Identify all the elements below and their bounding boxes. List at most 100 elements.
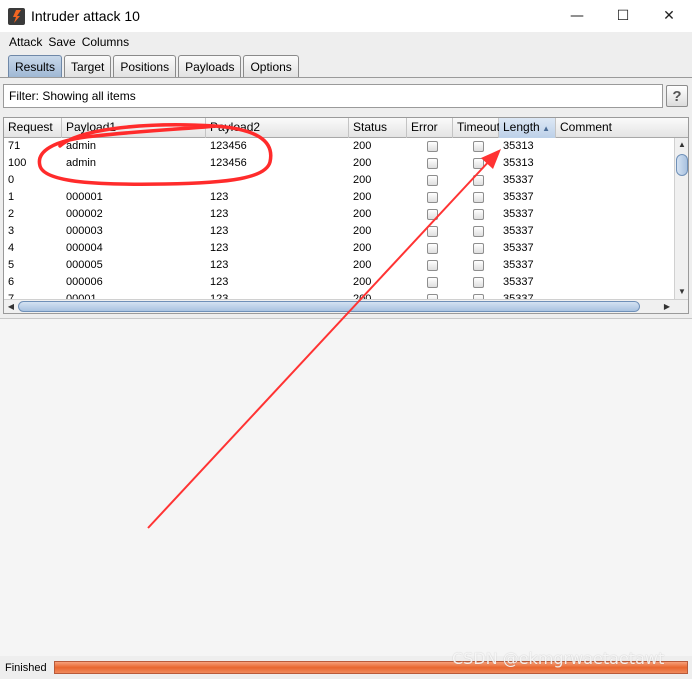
- cell-length: 35337: [503, 208, 534, 220]
- cell-status: 200: [353, 276, 372, 288]
- timeout-checkbox: [473, 209, 484, 220]
- error-checkbox: [427, 260, 438, 271]
- cell-payload1: admin: [66, 157, 96, 169]
- cell-payload1: [62, 172, 66, 189]
- column-comment[interactable]: Comment: [556, 118, 688, 138]
- table-row[interactable]: 5 000005 123 200 35337: [4, 257, 674, 274]
- error-checkbox: [427, 226, 438, 237]
- timeout-checkbox: [473, 192, 484, 203]
- column-error[interactable]: Error: [407, 118, 453, 138]
- column-status[interactable]: Status: [349, 118, 407, 138]
- scroll-down-icon[interactable]: ▼: [675, 285, 688, 299]
- column-length[interactable]: Length ▲: [499, 118, 556, 138]
- cell-length: 35313: [503, 140, 534, 152]
- cell-length: 35337: [503, 174, 534, 186]
- column-timeout[interactable]: Timeout: [453, 118, 500, 138]
- filter-bar[interactable]: Filter: Showing all items: [3, 84, 663, 108]
- cell-status: 200: [353, 191, 372, 203]
- column-payload1[interactable]: Payload1: [62, 118, 206, 138]
- request-response-pane: [0, 318, 692, 656]
- column-request[interactable]: Request: [4, 118, 62, 138]
- timeout-checkbox: [473, 175, 484, 186]
- cell-payload2: 123: [210, 276, 229, 288]
- cell-status: 200: [353, 174, 372, 186]
- tab-results[interactable]: Results: [8, 55, 63, 77]
- window-title: Intruder attack 10: [31, 8, 140, 24]
- cell-length: 35337: [503, 242, 534, 254]
- timeout-checkbox: [473, 141, 484, 152]
- cell-request: 3: [8, 225, 15, 237]
- vertical-scrollbar[interactable]: ▲ ▼: [674, 138, 688, 299]
- error-checkbox: [427, 158, 438, 169]
- cell-request: 5: [8, 259, 15, 271]
- table-row[interactable]: 1 000001 123 200 35337: [4, 189, 674, 206]
- cell-payload1: 000001: [66, 191, 103, 203]
- cell-payload1: 000004: [66, 242, 103, 254]
- tab-target[interactable]: Target: [64, 55, 112, 77]
- cell-length: 35337: [503, 293, 534, 299]
- cell-length: 35313: [503, 157, 534, 169]
- cell-comment: [556, 189, 560, 206]
- error-checkbox: [427, 209, 438, 220]
- table-row[interactable]: 3 000003 123 200 35337: [4, 223, 674, 240]
- error-checkbox: [427, 277, 438, 288]
- tab-positions[interactable]: Positions: [113, 55, 177, 77]
- table-row[interactable]: 7 00001 123 200 35337: [4, 291, 674, 299]
- cell-length: 35337: [503, 191, 534, 203]
- column-payload2[interactable]: Payload2: [206, 118, 349, 138]
- cell-request: 4: [8, 242, 15, 254]
- tab-payloads[interactable]: Payloads: [178, 55, 242, 77]
- scroll-left-icon[interactable]: ◀: [4, 300, 18, 313]
- minimize-button[interactable]: —: [554, 0, 600, 32]
- cell-payload2: 123: [210, 191, 229, 203]
- menu-attack[interactable]: Attack: [9, 35, 42, 49]
- cell-status: 200: [353, 140, 372, 152]
- cell-request: 0: [8, 174, 15, 186]
- cell-comment: [556, 240, 560, 257]
- timeout-checkbox: [473, 226, 484, 237]
- table-row[interactable]: 0 200 35337: [4, 172, 674, 189]
- tab-bar: Results Target Positions Payloads Option…: [0, 52, 692, 78]
- cell-length: 35337: [503, 259, 534, 271]
- cell-status: 200: [353, 293, 372, 299]
- help-button[interactable]: ?: [666, 85, 688, 107]
- error-checkbox: [427, 192, 438, 203]
- cell-payload2: [206, 172, 210, 189]
- cell-length: 35337: [503, 225, 534, 237]
- cell-payload1: 000003: [66, 225, 103, 237]
- maximize-button[interactable]: ☐: [600, 0, 646, 32]
- cell-payload1: 00001: [66, 293, 97, 299]
- cell-payload2: 123456: [210, 140, 247, 152]
- table-row[interactable]: 100 admin 123456 200 35313: [4, 155, 674, 172]
- timeout-checkbox: [473, 277, 484, 288]
- scroll-right-icon[interactable]: ▶: [660, 300, 674, 313]
- scroll-up-icon[interactable]: ▲: [675, 138, 688, 152]
- menu-save[interactable]: Save: [48, 35, 75, 49]
- cell-payload1: 000002: [66, 208, 103, 220]
- timeout-checkbox: [473, 243, 484, 254]
- table-row[interactable]: 6 000006 123 200 35337: [4, 274, 674, 291]
- horizontal-scroll-thumb[interactable]: [18, 301, 640, 312]
- cell-payload2: 123: [210, 259, 229, 271]
- cell-payload2: 123: [210, 225, 229, 237]
- menu-bar: Attack Save Columns: [0, 32, 692, 52]
- vertical-scroll-thumb[interactable]: [676, 154, 688, 176]
- watermark: CSDN @ekmgrwaetaetawt: [452, 649, 665, 668]
- table-row[interactable]: 2 000002 123 200 35337: [4, 206, 674, 223]
- timeout-checkbox: [473, 260, 484, 271]
- cell-comment: [556, 291, 560, 299]
- tab-options[interactable]: Options: [243, 55, 299, 77]
- cell-request: 100: [8, 157, 27, 169]
- close-button[interactable]: ✕: [646, 0, 692, 32]
- timeout-checkbox: [473, 158, 484, 169]
- horizontal-scrollbar[interactable]: ◀ ▶: [4, 299, 688, 313]
- menu-columns[interactable]: Columns: [82, 35, 129, 49]
- cell-status: 200: [353, 242, 372, 254]
- cell-request: 71: [8, 140, 21, 152]
- table-row[interactable]: 4 000004 123 200 35337: [4, 240, 674, 257]
- cell-length: 35337: [503, 276, 534, 288]
- table-row[interactable]: 71 admin 123456 200 35313: [4, 138, 674, 155]
- cell-request: 2: [8, 208, 15, 220]
- cell-request: 6: [8, 276, 15, 288]
- cell-comment: [556, 206, 560, 223]
